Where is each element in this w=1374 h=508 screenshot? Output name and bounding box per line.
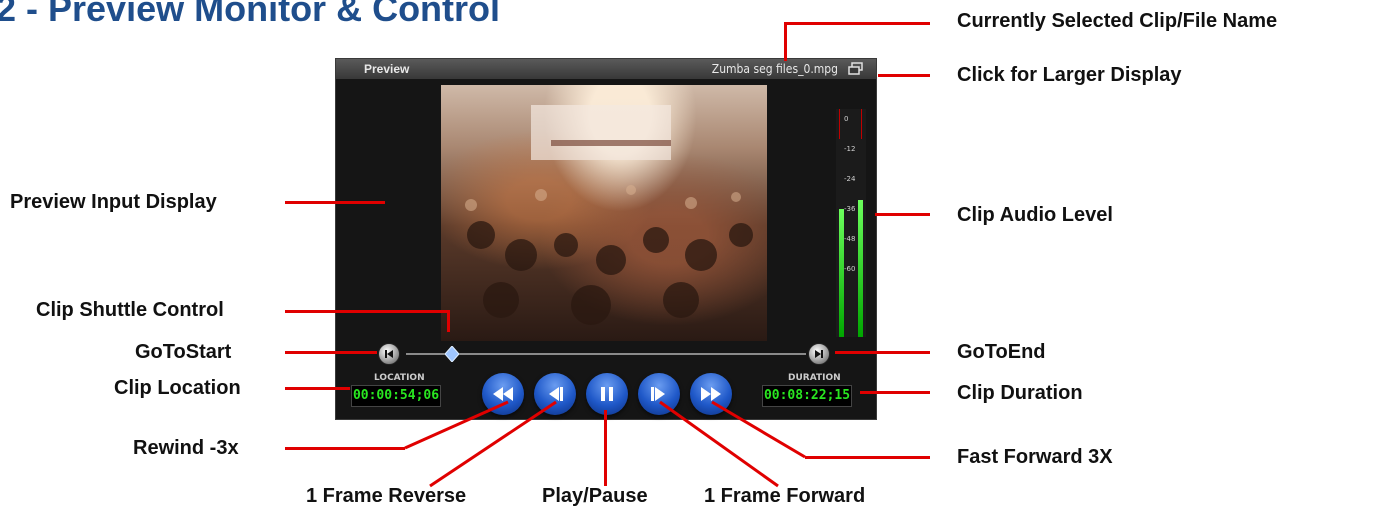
callout-goto-end: GoToEnd (957, 341, 1046, 363)
callout-shuttle: Clip Shuttle Control (36, 299, 224, 321)
callout-location: Clip Location (114, 377, 241, 399)
callout-duration: Clip Duration (957, 382, 1083, 404)
callout-rewind: Rewind -3x (133, 437, 239, 459)
callout-larger-display: Click for Larger Display (957, 64, 1182, 86)
callout-fast-forward: Fast Forward 3X (957, 446, 1113, 468)
callout-frame-reverse: 1 Frame Reverse (306, 485, 467, 507)
callout-play-pause: Play/Pause (542, 485, 648, 507)
callout-line-rewind (404, 400, 509, 450)
callout-audio-level: Clip Audio Level (957, 204, 1113, 226)
callout-line-frame-reverse (429, 400, 557, 488)
callout-filename: Currently Selected Clip/File Name (957, 10, 1278, 32)
callout-line-frame-forward (659, 400, 779, 488)
callout-preview-input: Preview Input Display (10, 191, 217, 213)
callout-goto-start: GoToStart (135, 341, 232, 363)
callout-frame-forward: 1 Frame Forward (704, 485, 866, 507)
